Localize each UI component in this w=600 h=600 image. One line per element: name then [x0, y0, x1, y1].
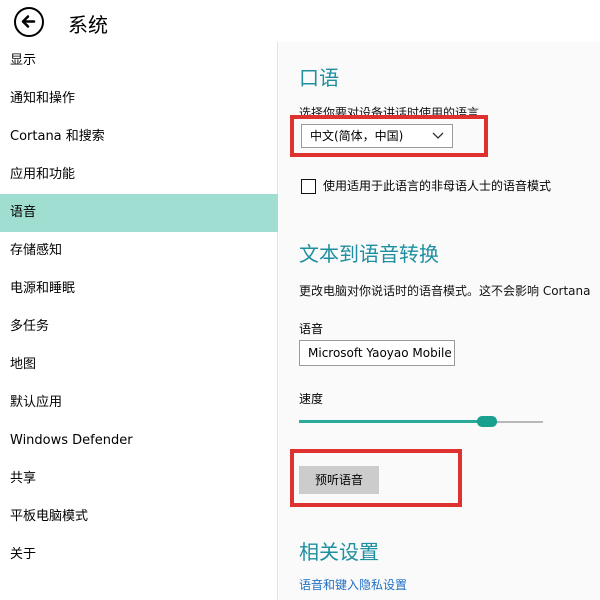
- sidebar-item-default-apps[interactable]: 默认应用: [0, 384, 278, 422]
- preview-highlight-box: [290, 449, 462, 507]
- sidebar-item-display[interactable]: 显示: [0, 42, 278, 80]
- speech-privacy-link[interactable]: 语音和键入隐私设置: [299, 576, 407, 593]
- sidebar-item-apps[interactable]: 应用和功能: [0, 156, 278, 194]
- sidebar-item-cortana[interactable]: Cortana 和搜索: [0, 118, 278, 156]
- sidebar-item-tablet-mode[interactable]: 平板电脑模式: [0, 498, 278, 536]
- sidebar: 显示 通知和操作 Cortana 和搜索 应用和功能 语音 存储感知 电源和睡眠…: [0, 42, 278, 600]
- speech-section-title: 口语: [299, 66, 339, 90]
- sidebar-item-multitasking[interactable]: 多任务: [0, 308, 278, 346]
- speed-slider-thumb[interactable]: [476, 416, 497, 427]
- tts-section-title: 文本到语音转换: [299, 242, 439, 266]
- related-section-title: 相关设置: [299, 540, 379, 564]
- nonnative-checkbox[interactable]: [301, 179, 316, 194]
- sidebar-item-sharing[interactable]: 共享: [0, 460, 278, 498]
- back-arrow-icon: [21, 15, 36, 28]
- sidebar-item-power[interactable]: 电源和睡眠: [0, 270, 278, 308]
- page-title: 系统: [68, 13, 108, 37]
- sidebar-item-maps[interactable]: 地图: [0, 346, 278, 384]
- sidebar-item-notifications[interactable]: 通知和操作: [0, 80, 278, 118]
- nonnative-label: 使用适用于此语言的非母语人士的语音模式: [323, 179, 552, 193]
- sidebar-item-speech[interactable]: 语音: [0, 194, 278, 232]
- sidebar-item-about[interactable]: 关于: [0, 536, 278, 574]
- speed-label: 速度: [299, 392, 324, 406]
- tts-description: 更改电脑对你说话时的语音模式。这不会影响 Cortana: [299, 284, 591, 298]
- sidebar-item-defender[interactable]: Windows Defender: [0, 422, 278, 460]
- voice-label: 语音: [299, 322, 324, 336]
- back-button[interactable]: [14, 7, 44, 37]
- language-highlight-box: [290, 115, 488, 157]
- sidebar-item-storage[interactable]: 存储感知: [0, 232, 278, 270]
- speed-slider-fill: [299, 420, 487, 423]
- voice-dropdown[interactable]: Microsoft Yaoyao Mobile: [299, 340, 455, 366]
- header-bar: 系统: [0, 0, 600, 42]
- speed-slider[interactable]: [299, 414, 543, 430]
